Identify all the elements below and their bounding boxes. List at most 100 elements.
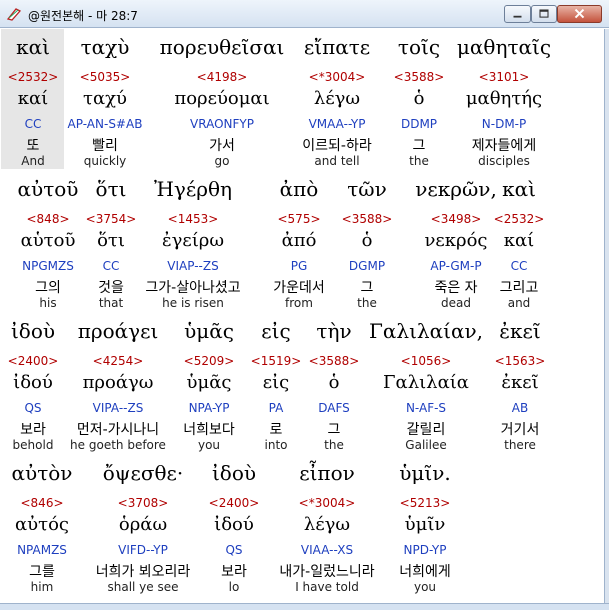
lemma-word: ὁράω	[118, 514, 168, 535]
parsing-code: AP-GM-P	[430, 259, 482, 273]
parsing-code: CC	[510, 259, 528, 273]
strong-number: <848>	[26, 212, 70, 226]
greek-word: τὴν	[316, 319, 352, 343]
lemma-word: πορεύομαι	[174, 88, 270, 109]
strong-number: <3101>	[478, 70, 530, 84]
greek-word: τῶν	[347, 177, 387, 201]
lemma-word: καί	[17, 88, 49, 109]
strong-number: <3588>	[393, 70, 445, 84]
korean-gloss: 갈릴리	[406, 422, 446, 438]
english-gloss: you	[413, 580, 437, 594]
strong-number: <846>	[20, 496, 64, 510]
korean-gloss: 내가-일렀느니라	[279, 564, 375, 580]
strong-number: <4198>	[196, 70, 248, 84]
parsing-code: CC	[102, 259, 120, 273]
greek-word: ταχὺ	[80, 35, 130, 59]
greek-word: προάγει	[77, 319, 159, 343]
english-gloss: the	[324, 438, 344, 452]
strong-number: <2532>	[493, 212, 545, 226]
parsing-code: NPAMZS	[17, 543, 67, 557]
close-button[interactable]	[557, 5, 602, 23]
english-gloss: go	[214, 154, 230, 168]
korean-gloss: 그	[327, 422, 341, 438]
parsing-code: N-DM-P	[481, 117, 527, 131]
greek-word: εἴπατε	[303, 35, 371, 59]
english-gloss: and	[507, 296, 531, 310]
strong-number: <*3004>	[298, 496, 356, 510]
greek-word: αὐτοῦ	[17, 177, 79, 201]
lemma-word: νεκρός	[424, 230, 488, 251]
korean-gloss: 그	[360, 280, 374, 296]
parsing-code: DGMP	[348, 259, 386, 273]
korean-gloss: 너희가 뵈오리라	[95, 564, 191, 580]
parsing-code: DAFS	[318, 401, 350, 415]
greek-word: εἰς	[261, 319, 291, 343]
strong-number: <2532>	[7, 70, 59, 84]
maximize-button[interactable]	[531, 5, 557, 23]
parsing-code: DDMP	[400, 117, 438, 131]
lemma-word: ἐγείρω	[161, 230, 225, 251]
korean-gloss: 로	[269, 422, 283, 438]
korean-gloss: 죽은 자	[434, 280, 478, 296]
strong-number: <3588>	[308, 354, 360, 368]
parsing-code: QS	[225, 543, 243, 557]
greek-word: τοῖς	[397, 35, 441, 59]
strong-number: <575>	[277, 212, 321, 226]
greek-word: ἰδοὺ	[211, 461, 257, 485]
lemma-word: μαθητής	[465, 88, 543, 109]
strong-number: <*3004>	[308, 70, 366, 84]
lemma-word: ὑμᾶς	[186, 372, 232, 393]
parsing-code: AB	[511, 401, 529, 415]
korean-gloss: 거기서	[500, 422, 540, 438]
english-gloss: there	[504, 438, 536, 452]
lemma-word: ὁ	[361, 230, 373, 251]
korean-gloss: 또	[26, 138, 40, 154]
title-bar[interactable]: @원전본해 - 마 28:7	[0, 0, 609, 28]
minimize-button[interactable]	[504, 5, 531, 23]
english-gloss: Galilee	[405, 438, 447, 452]
english-gloss: quickly	[83, 154, 127, 168]
greek-word: αὐτὸν	[11, 461, 73, 485]
greek-word: εἶπον	[299, 461, 355, 485]
greek-word: νεκρῶν,	[415, 177, 497, 201]
english-gloss: his	[39, 296, 57, 310]
english-gloss: And	[21, 154, 45, 168]
lemma-word: ἰδού	[13, 372, 53, 393]
lemma-word: προάγω	[82, 372, 154, 393]
korean-gloss: 그가-살아나셨고	[145, 280, 241, 296]
english-gloss: behold	[12, 438, 54, 452]
korean-gloss: 것을	[98, 280, 124, 296]
parsing-code: N-AF-S	[405, 401, 447, 415]
parsing-code: NPA-YP	[188, 401, 230, 415]
lemma-word: καί	[503, 230, 535, 251]
lemma-word: ὁ	[328, 372, 340, 393]
parsing-code: AP-AN-S#AB	[67, 117, 143, 131]
parsing-code: CC	[24, 117, 42, 131]
english-gloss: into	[264, 438, 288, 452]
strong-number: <1563>	[494, 354, 546, 368]
strong-number: <5209>	[183, 354, 235, 368]
parsing-code: VIPA--ZS	[92, 401, 144, 415]
greek-word: μαθηταῖς	[456, 35, 552, 59]
interlinear-view[interactable]: καὶ <2532> καί CC 또 And ταχὺ <5035> ταχύ AP-AN-S#…	[1, 29, 604, 603]
korean-gloss: 가서	[209, 138, 235, 154]
english-gloss: from	[285, 296, 313, 310]
strong-number: <1056>	[400, 354, 452, 368]
lemma-word: αὑτοῦ	[20, 230, 76, 251]
english-gloss: I have told	[295, 580, 359, 594]
parsing-code: VIAP--ZS	[167, 259, 219, 273]
greek-word: ὄψεσθε·	[102, 461, 184, 485]
bible-tool-icon	[6, 6, 22, 22]
korean-gloss: 그	[412, 138, 426, 154]
greek-word: ἰδοὺ	[10, 319, 56, 343]
korean-gloss: 보라	[221, 564, 247, 580]
greek-word: Γαλιλαίαν,	[369, 319, 483, 343]
parsing-code: PG	[290, 259, 308, 273]
korean-gloss: 그리고	[499, 280, 539, 296]
korean-gloss: 빨리	[92, 138, 118, 154]
greek-word: ὑμῖν.	[399, 461, 451, 485]
greek-word: καὶ	[16, 35, 50, 59]
english-gloss: the	[409, 154, 429, 168]
lemma-word: ὁ	[413, 88, 425, 109]
strong-number: <3708>	[117, 496, 169, 510]
